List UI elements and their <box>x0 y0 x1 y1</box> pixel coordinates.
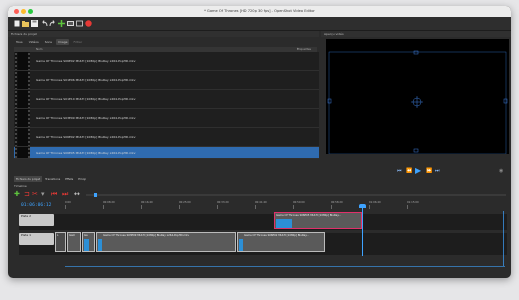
file-name: Game Of Thrones S06E05 MULTI [1080p] Blu… <box>36 151 136 155</box>
clip-title: Gam <box>69 233 76 237</box>
film-thumbnail <box>15 71 30 89</box>
zoom-slider[interactable] <box>86 193 506 197</box>
redo-icon[interactable] <box>49 20 55 27</box>
fullscreen-icon[interactable] <box>76 20 83 27</box>
add-marker-icon[interactable]: ▾ <box>41 190 45 199</box>
tab-videos[interactable]: Vidéos <box>27 39 41 45</box>
file-name: Game Of Thrones S01E06 MULTI [1080p] Blu… <box>36 78 136 82</box>
ruler-tick-label: 00:16:40 <box>141 201 153 204</box>
dock-tabs: Fichiers du projet Transitions Effets Em… <box>14 176 88 182</box>
filter-input[interactable]: Filtrer <box>72 39 85 45</box>
track-1-label[interactable]: Piste 1 <box>19 233 54 245</box>
import-files-icon[interactable] <box>58 20 65 27</box>
window-title: * Game Of Thrones [HD 720p 30 fps] - Ope… <box>204 9 315 13</box>
film-thumbnail <box>15 90 30 108</box>
zoom-slider-handle[interactable] <box>94 193 97 197</box>
timeline-scrollbar[interactable] <box>65 266 505 267</box>
tab-emoji[interactable]: Emoji <box>76 176 88 182</box>
app-window: * Game Of Thrones [HD 720p 30 fps] - Ope… <box>8 6 511 278</box>
ruler-tick-label: 00:08:20 <box>103 201 115 204</box>
track-2-label[interactable]: Piste 2 <box>19 214 54 226</box>
list-item[interactable]: Game Of Thrones S06E02 MULTI [1080p] Blu… <box>14 128 319 147</box>
video-preview-header: Aperçu vidéo <box>321 31 511 37</box>
video-preview-title: Aperçu vidéo <box>324 32 344 36</box>
ruler-tick-label: 00:41:40 <box>255 201 267 204</box>
file-name: Game Of Thrones S01E10 MULTI [1080p] Blu… <box>36 97 136 101</box>
play-icon[interactable]: ▶ <box>415 166 421 175</box>
track-2[interactable] <box>19 214 507 230</box>
track-name: Piste 1 <box>21 233 32 237</box>
file-name: Game Of Thrones S06E02 MULTI [1080p] Blu… <box>36 135 136 139</box>
tab-effects[interactable]: Effets <box>63 176 75 182</box>
main-toolbar <box>8 17 511 31</box>
ruler-tick-label: 0:00 <box>65 201 71 204</box>
timeline-clip-selected[interactable]: Game Of Thrones S06E05 MULTI [1080p] Blu… <box>274 212 362 229</box>
timeline-clip[interactable]: Ga <box>82 232 95 252</box>
film-thumbnail <box>15 52 30 70</box>
film-thumbnail <box>15 128 30 146</box>
ruler-tick-label: 00:58:20 <box>331 201 343 204</box>
timeline-title: Timeline <box>14 184 27 188</box>
clip-thumbnail <box>276 219 292 228</box>
tab-sounds[interactable]: Sons <box>43 39 54 45</box>
clip-title: Game Of Thrones S06E05 MULTI [1080p] Blu… <box>276 213 341 217</box>
clip-title: Game Of Thrones S06E02 MULTI [1080p] Blu… <box>244 233 309 237</box>
ruler-tick-label: 00:50:00 <box>293 201 305 204</box>
timeline-end-marker <box>503 211 504 266</box>
file-name: Game Of Thrones S03E09 MULTI [1080p] Blu… <box>36 116 136 120</box>
list-item[interactable]: Game Of Thrones S01E06 MULTI [1080p] Blu… <box>14 71 319 90</box>
undo-icon[interactable] <box>41 20 48 27</box>
timeline-ruler[interactable]: 0:00 00:08:20 00:16:40 00:25:00 00:33:20… <box>65 201 509 211</box>
project-files-list: Game Of Thrones S06E02 MULTI [1080p] Blu… <box>14 52 319 159</box>
video-preview-canvas[interactable] <box>326 39 509 154</box>
timeline-clip[interactable]: L <box>55 232 66 252</box>
rewind-icon[interactable]: ⏪ <box>406 168 412 174</box>
next-marker-icon[interactable]: ⏭ <box>62 190 68 199</box>
timeline-clip[interactable]: Gam <box>67 232 81 252</box>
tab-all[interactable]: Tous <box>14 39 25 45</box>
ruler-tick-label: 01:15:00 <box>407 201 419 204</box>
timeline-current-time: 01:06:06:12 <box>21 203 52 208</box>
tab-project-files[interactable]: Fichiers du projet <box>14 176 43 182</box>
snapping-icon[interactable]: ⊐ <box>24 190 30 199</box>
project-files-header: Fichiers du projet <box>8 31 319 37</box>
ruler-tick-label: 00:33:20 <box>217 201 229 204</box>
jump-end-icon[interactable]: ⏭ <box>435 168 440 174</box>
playhead-handle[interactable] <box>359 204 366 208</box>
list-item[interactable]: Game Of Thrones S06E02 MULTI [1080p] Blu… <box>14 52 319 71</box>
list-item[interactable]: Game Of Thrones S01E10 MULTI [1080p] Blu… <box>14 90 319 109</box>
clip-title: L <box>57 233 59 237</box>
razor-icon[interactable]: ✂ <box>32 190 38 199</box>
center-timeline-icon[interactable]: ↔ <box>74 190 80 199</box>
open-project-icon[interactable] <box>22 20 29 27</box>
tab-transitions[interactable]: Transitions <box>43 176 62 182</box>
new-project-icon[interactable] <box>14 20 20 27</box>
timeline-clip[interactable]: Game Of Thrones S03E09 MULTI [1080p] Blu… <box>96 232 236 252</box>
timeline-clip[interactable]: Game Of Thrones S06E02 MULTI [1080p] Blu… <box>237 232 325 252</box>
save-project-icon[interactable] <box>31 20 38 27</box>
add-track-icon[interactable]: ✚ <box>14 190 20 199</box>
track-name: Piste 2 <box>21 214 32 218</box>
playhead[interactable] <box>362 206 363 256</box>
tab-images[interactable]: Image <box>56 39 70 45</box>
fast-forward-icon[interactable]: ⏩ <box>426 168 432 174</box>
project-files-filter-tabs: Tous Vidéos Sons Image Filtrer <box>14 39 85 46</box>
ruler-tick-label: 00:25:00 <box>179 201 191 204</box>
camera-icon[interactable]: ◉ <box>499 168 503 174</box>
list-item-selected[interactable]: Game Of Thrones S06E05 MULTI [1080p] Blu… <box>14 147 319 159</box>
film-thumbnail <box>15 109 30 127</box>
clip-title: Ga <box>84 233 88 237</box>
project-files-title: Fichiers du projet <box>11 32 37 36</box>
file-name: Game Of Thrones S06E02 MULTI [1080p] Blu… <box>36 59 136 63</box>
film-thumbnail <box>15 147 30 158</box>
previous-marker-icon[interactable]: ⏮ <box>51 190 57 199</box>
jump-start-icon[interactable]: ⏮ <box>397 168 402 174</box>
profile-icon[interactable] <box>67 20 74 27</box>
list-item[interactable]: Game Of Thrones S03E09 MULTI [1080p] Blu… <box>14 109 319 128</box>
transform-handles <box>327 50 508 154</box>
ruler-tick-label: 01:06:40 <box>369 201 381 204</box>
record-icon[interactable] <box>85 20 92 27</box>
clip-title: Game Of Thrones S03E09 MULTI [1080p] Blu… <box>103 233 190 237</box>
